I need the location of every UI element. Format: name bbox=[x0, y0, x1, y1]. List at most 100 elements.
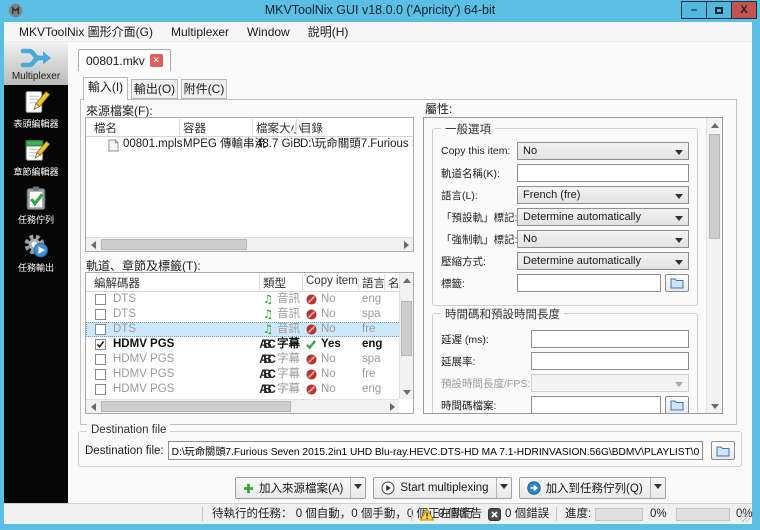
start-multiplexing-dropdown[interactable] bbox=[495, 478, 511, 498]
group-title: 時間碼和預設時間長度 bbox=[441, 306, 564, 322]
scroll-up-icon[interactable] bbox=[400, 273, 413, 287]
column-header[interactable]: 語言 bbox=[362, 275, 385, 291]
titlebar[interactable]: MKVToolNix GUI v18.0.0 ('Apricity') 64-b… bbox=[0, 0, 760, 22]
delay-field[interactable] bbox=[531, 330, 689, 348]
sidebar-item-label: Multiplexer bbox=[11, 71, 61, 82]
column-header[interactable]: 類型 bbox=[263, 275, 286, 291]
table-row[interactable]: DTS ♫ 音訊 No spa bbox=[86, 307, 413, 322]
tags-field[interactable] bbox=[517, 274, 661, 292]
track-name-label: 軌道名稱(K): bbox=[441, 167, 500, 180]
stretch-field[interactable] bbox=[531, 352, 689, 370]
add-to-job-queue-button[interactable]: 加入到任務佇列(Q) bbox=[518, 477, 666, 499]
track-language: eng bbox=[362, 338, 383, 350]
start-multiplexing-button[interactable]: Start multiplexing bbox=[373, 477, 512, 499]
file-tab-label: 00801.mkv bbox=[86, 53, 145, 68]
table-row[interactable]: HDMV PGS B AC 字幕 No fre bbox=[86, 367, 413, 382]
add-to-queue-dropdown[interactable] bbox=[649, 478, 665, 498]
menu-help[interactable]: 說明(H) bbox=[299, 22, 358, 42]
checkbox[interactable] bbox=[95, 294, 106, 305]
destination-file-input[interactable] bbox=[167, 441, 703, 460]
default-duration-select[interactable] bbox=[531, 374, 689, 392]
sidebar-item-chapter-editor[interactable]: 章節編輯器 bbox=[4, 133, 68, 181]
compression-select[interactable]: Determine automatically bbox=[517, 252, 689, 270]
close-tab-icon[interactable]: ✕ bbox=[149, 54, 163, 67]
sidebar-item-multiplexer[interactable]: Multiplexer bbox=[4, 42, 68, 85]
track-language: fre bbox=[362, 323, 376, 335]
browse-tags-button[interactable] bbox=[665, 274, 689, 292]
scrollbar-thumb[interactable] bbox=[709, 134, 720, 239]
sidebar-item-job-output[interactable]: 任務輸出 bbox=[4, 229, 68, 277]
forced-track-select[interactable]: No bbox=[517, 230, 689, 248]
source-files-header[interactable]: 檔名 容器 檔案大小 目錄 bbox=[86, 118, 413, 137]
tracks-header[interactable]: 編解碼器 類型 Copy item 語言 名稱 bbox=[86, 273, 413, 292]
tab-file-00801[interactable]: 00801.mkv ✕ bbox=[78, 49, 171, 71]
checkbox[interactable] bbox=[95, 369, 106, 380]
scroll-left-icon[interactable] bbox=[86, 400, 100, 413]
tab-output[interactable]: 輸出(O) bbox=[131, 79, 178, 99]
maximize-button[interactable] bbox=[706, 1, 732, 19]
browse-timestamp-button[interactable] bbox=[665, 396, 689, 413]
checkbox[interactable] bbox=[95, 309, 106, 320]
sidebar-item-job-queue[interactable]: 任務佇列 bbox=[4, 181, 68, 229]
checkbox[interactable] bbox=[95, 354, 106, 365]
combo-value: French (fre) bbox=[523, 189, 581, 201]
scroll-down-icon[interactable] bbox=[708, 399, 722, 413]
column-header[interactable]: 容器 bbox=[183, 120, 206, 136]
scrollbar-thumb[interactable] bbox=[401, 301, 412, 356]
tracks-table[interactable]: 編解碼器 類型 Copy item 語言 名稱 DTS ♫ 音訊 No eng bbox=[85, 272, 414, 414]
no-icon bbox=[306, 324, 317, 335]
tab-input[interactable]: 輸入(I) bbox=[83, 77, 128, 100]
progress-value: 0% bbox=[650, 508, 667, 520]
checkbox[interactable] bbox=[95, 324, 106, 335]
sidebar-item-label: 任務輸出 bbox=[17, 263, 54, 273]
scroll-right-icon[interactable] bbox=[399, 238, 413, 251]
scroll-right-icon[interactable] bbox=[385, 400, 399, 413]
folder-icon bbox=[716, 445, 730, 457]
table-row[interactable]: HDMV PGS B AC 字幕 Yes eng bbox=[86, 337, 413, 352]
column-header[interactable]: Copy item bbox=[306, 275, 358, 287]
add-source-files-button[interactable]: 加入來源檔案(A) bbox=[235, 477, 367, 499]
table-row[interactable]: HDMV PGS B AC 字幕 No spa bbox=[86, 352, 413, 367]
destination-group: Destination file Destination file: bbox=[78, 424, 742, 467]
menu-window[interactable]: Window bbox=[238, 22, 299, 42]
scroll-down-icon[interactable] bbox=[400, 385, 413, 399]
horizontal-scrollbar[interactable] bbox=[86, 399, 399, 413]
scrollbar-thumb[interactable] bbox=[101, 239, 247, 250]
properties-label: 屬性: bbox=[425, 102, 453, 116]
track-type: 音訊 bbox=[277, 293, 300, 305]
menu-mkvtoolnix-gui[interactable]: MKVToolNix 圖形介面(G) bbox=[10, 22, 162, 42]
vertical-scrollbar[interactable] bbox=[399, 273, 413, 399]
play-icon bbox=[381, 481, 395, 495]
horizontal-scrollbar[interactable] bbox=[86, 237, 413, 251]
sidebar-item-header-editor[interactable]: 表頭編輯器 bbox=[4, 85, 68, 133]
scroll-left-icon[interactable] bbox=[86, 238, 100, 251]
properties-scrollbar[interactable] bbox=[706, 118, 722, 413]
checkbox[interactable] bbox=[95, 384, 106, 395]
track-name-field[interactable] bbox=[517, 164, 689, 182]
tab-attachments[interactable]: 附件(C) bbox=[181, 79, 227, 99]
resize-grip[interactable] bbox=[740, 512, 750, 522]
copy-this-item-select[interactable]: No bbox=[517, 142, 689, 160]
timestamp-file-field[interactable] bbox=[531, 396, 661, 413]
close-button[interactable]: X bbox=[731, 1, 757, 19]
browse-destination-button[interactable] bbox=[711, 441, 735, 460]
language-select[interactable]: French (fre) bbox=[517, 186, 689, 204]
minimize-button[interactable]: – bbox=[681, 1, 707, 19]
scrollbar-thumb[interactable] bbox=[101, 401, 291, 412]
track-language: fre bbox=[362, 368, 376, 380]
sidebar-item-label: 章節編輯器 bbox=[13, 167, 59, 177]
checkbox-checked[interactable] bbox=[95, 339, 106, 350]
table-row-selected[interactable]: DTS ♫ 音訊 No fre bbox=[86, 322, 413, 337]
scroll-up-icon[interactable] bbox=[708, 118, 722, 132]
source-files-table[interactable]: 檔名 容器 檔案大小 目錄 00801.mpls MPEG 傳輸串流 48.7 … bbox=[85, 117, 414, 252]
menu-multiplexer[interactable]: Multiplexer bbox=[162, 22, 238, 42]
default-track-select[interactable]: Determine automatically bbox=[517, 208, 689, 226]
column-header[interactable]: 目錄 bbox=[300, 120, 323, 136]
table-row[interactable]: 00801.mpls MPEG 傳輸串流 48.7 GiB D:\玩命關頭7.F… bbox=[86, 137, 413, 153]
column-header[interactable]: 檔名 bbox=[94, 120, 117, 136]
column-header[interactable]: 編解碼器 bbox=[94, 275, 140, 291]
table-row[interactable]: HDMV PGS B AC 字幕 No eng bbox=[86, 382, 413, 397]
add-source-dropdown[interactable] bbox=[350, 478, 365, 498]
source-file-name: 00801.mpls bbox=[123, 138, 183, 150]
table-row[interactable]: DTS ♫ 音訊 No eng bbox=[86, 292, 413, 307]
